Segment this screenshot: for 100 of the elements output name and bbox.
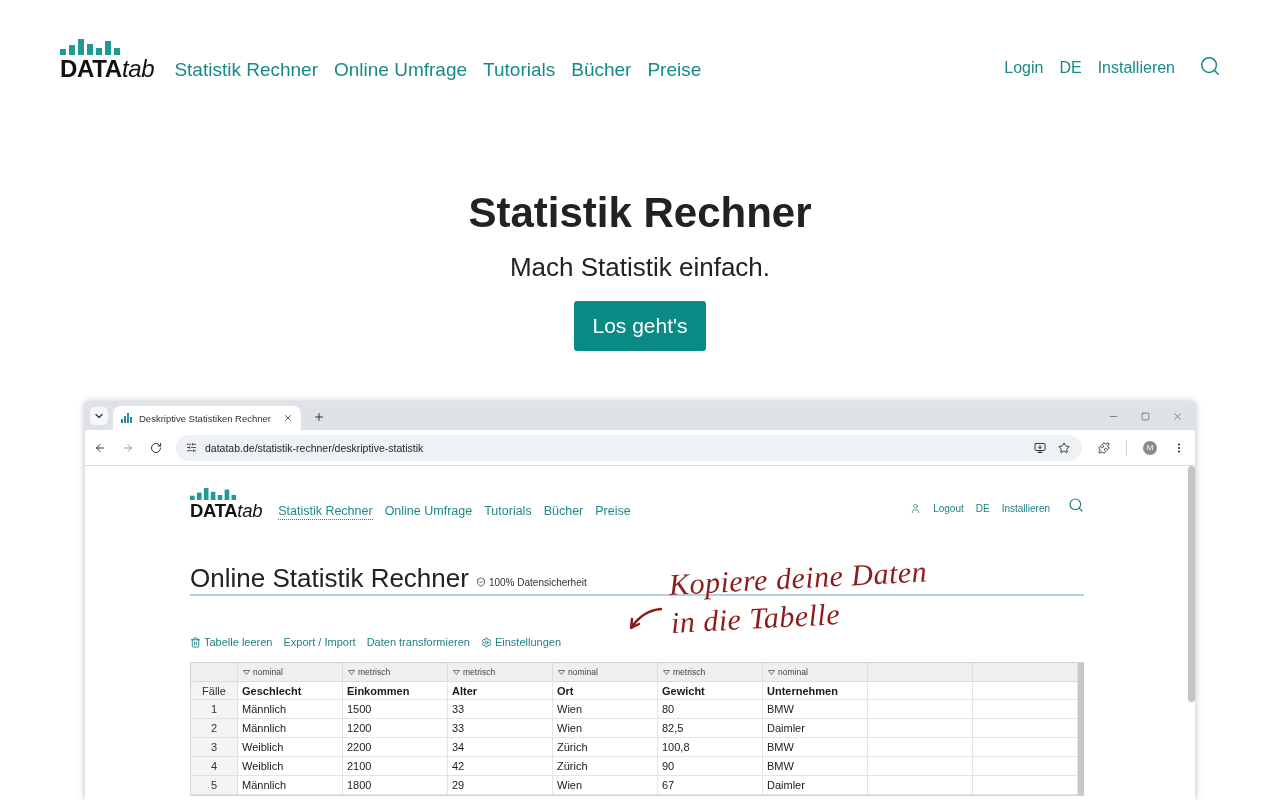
table-cell: Wien xyxy=(553,700,658,720)
header-link[interactable]: DE xyxy=(1059,57,1082,78)
table-cell: 42 xyxy=(448,757,553,777)
search-icon[interactable] xyxy=(1068,497,1084,514)
table-cell: BMW xyxy=(763,700,868,720)
table-cell: Weiblich xyxy=(238,757,343,777)
nav-link[interactable]: Online Umfrage xyxy=(334,59,468,81)
table-cell: 1500 xyxy=(343,700,448,720)
column-header: Alter xyxy=(448,682,553,701)
hero-subtitle: Mach Statistik einfach. xyxy=(509,251,771,283)
browser-tab[interactable]: Deskriptive Statistiken Rechner xyxy=(113,406,301,430)
star-icon[interactable] xyxy=(1058,441,1070,454)
monitor-download-icon[interactable] xyxy=(1034,441,1046,454)
nav-link[interactable]: Bücher xyxy=(571,59,632,81)
nav-link[interactable]: Statistik Rechner xyxy=(278,504,373,521)
address-bar[interactable]: datatab.de/statistik-rechner/deskriptive-statistik xyxy=(176,434,1082,461)
toolbar-link[interactable]: Daten transformieren xyxy=(366,636,470,650)
page-title: Online Statistik Rechner xyxy=(190,563,469,594)
triangle-icon xyxy=(243,669,250,675)
column-type: nominal xyxy=(253,667,283,678)
toolbar-link[interactable]: Einstellungen xyxy=(494,636,562,650)
column-header: Gewicht xyxy=(658,682,763,701)
table-cell: 2200 xyxy=(343,738,448,758)
logo-wordmark: DATAtab xyxy=(190,501,263,521)
table-cell: 33 xyxy=(448,700,553,720)
table-cell: Männlich xyxy=(238,700,343,720)
bar-chart-logo-icon xyxy=(190,488,237,501)
column-header: Geschlecht xyxy=(238,682,343,701)
table-cell: Weiblich xyxy=(238,738,343,758)
table-cell: 33 xyxy=(448,719,553,739)
logo-wordmark: DATAtab xyxy=(60,57,155,81)
header-link[interactable]: Login xyxy=(1004,57,1044,78)
close-icon[interactable] xyxy=(283,413,293,423)
bar-chart-logo-icon xyxy=(60,39,120,55)
header-link[interactable]: Installieren xyxy=(1097,57,1175,78)
triangle-icon xyxy=(663,669,670,675)
plus-icon[interactable] xyxy=(313,411,325,423)
triangle-icon xyxy=(558,669,565,675)
column-type: nominal xyxy=(778,667,808,678)
table-cell: Wien xyxy=(553,776,658,796)
trash-icon xyxy=(190,637,201,649)
nav-link[interactable]: Bücher xyxy=(543,504,584,521)
nav-link[interactable]: Tutorials xyxy=(484,504,532,521)
table-cell: BMW xyxy=(763,757,868,777)
shield-check-icon xyxy=(475,577,486,588)
header-link[interactable]: Logout xyxy=(933,502,964,514)
puzzle-icon[interactable] xyxy=(1098,441,1110,454)
row-number: 4 xyxy=(191,757,238,777)
column-type: metrisch xyxy=(463,667,496,678)
bar-chart-icon xyxy=(121,413,133,423)
table-cell: Zürich xyxy=(553,738,658,758)
sliders-icon[interactable] xyxy=(186,442,197,453)
table-cell: Männlich xyxy=(238,719,343,739)
row-number: 1 xyxy=(191,700,238,720)
table-cell: 80 xyxy=(658,700,763,720)
row-number: 2 xyxy=(191,719,238,739)
column-type: metrisch xyxy=(673,667,706,678)
table-cell: 34 xyxy=(448,738,553,758)
column-header: Ort xyxy=(553,682,658,701)
close-icon[interactable] xyxy=(1172,411,1183,422)
tab-menu-button[interactable] xyxy=(90,407,108,425)
table-cell: 82,5 xyxy=(658,719,763,739)
row-header: Fälle xyxy=(191,682,238,701)
table-cell: BMW xyxy=(763,738,868,758)
triangle-icon xyxy=(348,669,355,675)
reload-icon[interactable] xyxy=(150,441,162,454)
column-type: metrisch xyxy=(358,667,391,678)
nav-link[interactable]: Preise xyxy=(595,504,631,521)
header-link[interactable]: DE xyxy=(975,502,990,514)
security-badge-text: 100% Datensicherheit xyxy=(488,576,587,588)
table-cell: Männlich xyxy=(238,776,343,796)
triangle-icon xyxy=(768,669,775,675)
user-icon xyxy=(910,502,922,514)
column-type: nominal xyxy=(568,667,598,678)
toolbar-link[interactable]: Tabelle leeren xyxy=(204,636,273,650)
nav-link[interactable]: Tutorials xyxy=(483,59,556,81)
curved-arrow-icon xyxy=(627,606,663,632)
hero-title: Statistik Rechner xyxy=(468,189,812,237)
table-cell: 100,8 xyxy=(658,738,763,758)
header-link[interactable]: Installieren xyxy=(1001,502,1050,514)
table-cell: Wien xyxy=(553,719,658,739)
table-cell: 67 xyxy=(658,776,763,796)
toolbar-link[interactable]: Export / Import xyxy=(283,636,356,650)
table-cell: 1200 xyxy=(343,719,448,739)
profile-avatar[interactable]: M xyxy=(1143,440,1157,455)
column-header: Unternehmen xyxy=(763,682,868,701)
nav-link[interactable]: Statistik Rechner xyxy=(174,59,318,81)
start-button[interactable]: Los geht's xyxy=(574,301,706,351)
nav-link[interactable]: Online Umfrage xyxy=(384,504,473,521)
triangle-icon xyxy=(453,669,460,675)
table-cell: 90 xyxy=(658,757,763,777)
tab-title: Deskriptive Statistiken Rechner xyxy=(139,412,271,424)
column-header: Einkommen xyxy=(343,682,448,701)
back-arrow-icon[interactable] xyxy=(94,441,106,454)
table-cell: 29 xyxy=(448,776,553,796)
search-icon[interactable] xyxy=(1199,55,1221,77)
row-number: 5 xyxy=(191,776,238,796)
table-cell: Zürich xyxy=(553,757,658,777)
nav-link[interactable]: Preise xyxy=(647,59,702,81)
row-number: 3 xyxy=(191,738,238,758)
